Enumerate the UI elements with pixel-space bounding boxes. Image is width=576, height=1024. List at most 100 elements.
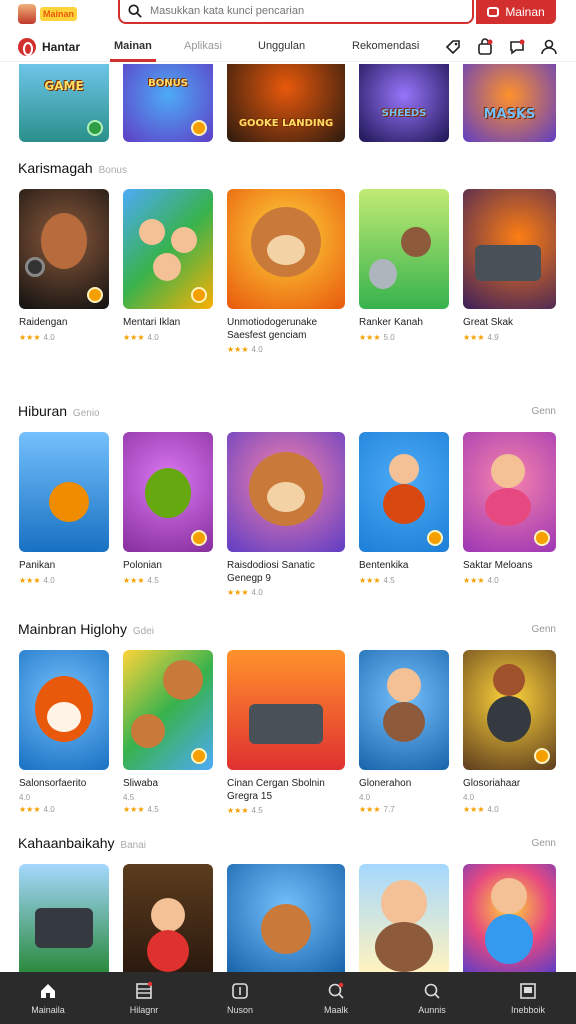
section-subtitle: Banai bbox=[120, 840, 146, 851]
game-card[interactable]: SHEEDS bbox=[359, 64, 449, 142]
game-card[interactable] bbox=[463, 864, 556, 972]
game-card[interactable]: Unmotiodogerunake Saesfest genciam ★★★ 4.… bbox=[227, 189, 345, 354]
game-card[interactable]: MASKS bbox=[463, 64, 556, 142]
rating: ★★★ 4.0 bbox=[19, 575, 55, 585]
game-card[interactable]: Great Skak ★★★ 4.9 bbox=[463, 189, 556, 342]
logo-wordmark: Mainan bbox=[40, 7, 78, 21]
bottom-nav-home[interactable]: Mainaila bbox=[0, 972, 96, 1024]
game-card[interactable]: BONUS bbox=[123, 64, 213, 142]
bottom-nav-label: Inebboik bbox=[510, 1005, 546, 1015]
section-title-text: Hiburan bbox=[18, 403, 68, 419]
art-title: BONUS bbox=[148, 78, 188, 89]
game-name: Polonian bbox=[123, 560, 162, 571]
bottom-nav-profile[interactable]: Inebboik bbox=[480, 972, 576, 1024]
game-card[interactable]: GOOKE LANDING bbox=[227, 64, 345, 142]
game-thumbnail bbox=[359, 864, 449, 972]
game-card[interactable]: Ranker Kanah ★★★ 5.0 bbox=[359, 189, 449, 342]
badge-icon bbox=[534, 748, 550, 764]
news-icon bbox=[232, 983, 248, 999]
game-thumbnail bbox=[359, 650, 449, 770]
bag-icon[interactable] bbox=[476, 38, 494, 56]
search-input[interactable] bbox=[150, 5, 450, 17]
rating: ★★★ 4.5 bbox=[123, 804, 159, 814]
bottom-nav-search[interactable]: Maalk bbox=[288, 972, 384, 1024]
game-thumbnail bbox=[123, 650, 213, 770]
game-card[interactable]: Cinan Cergan Sbolnin Gregra 15 ★★★ 4.5 bbox=[227, 650, 345, 815]
game-card[interactable]: Saktar Meloans ★★★ 4.0 bbox=[463, 432, 556, 585]
search-button-label: Mainan bbox=[505, 5, 545, 19]
rating-value: 4.0 bbox=[147, 332, 159, 342]
section-subtitle: Genio bbox=[72, 408, 100, 419]
game-card[interactable] bbox=[123, 864, 213, 972]
rating-value: 4.5 bbox=[383, 575, 395, 585]
rating-value: 4.0 bbox=[251, 345, 263, 354]
section-subtitle: Gdei bbox=[132, 626, 154, 637]
tag-icon[interactable] bbox=[444, 38, 462, 56]
rating: ★★★ 4.9 bbox=[463, 332, 499, 342]
game-thumbnail bbox=[463, 650, 556, 770]
tab-unggulan[interactable]: Unggulan bbox=[258, 40, 305, 52]
game-thumbnail bbox=[359, 189, 449, 309]
game-card[interactable]: Raidengan ★★★ 4.0 bbox=[19, 189, 109, 342]
game-name: Ranker Kanah bbox=[359, 317, 423, 328]
rating: ★★★ 4.0 bbox=[19, 804, 55, 814]
see-all-link[interactable]: Genn bbox=[532, 624, 556, 635]
badge-icon bbox=[534, 530, 550, 546]
game-card[interactable] bbox=[359, 864, 449, 972]
game-thumbnail bbox=[227, 432, 345, 552]
grid-icon bbox=[136, 981, 153, 999]
section-title: Mainbran Higlohy Gdei bbox=[18, 621, 154, 637]
tab-rekomendasi[interactable]: Rekomendasi bbox=[352, 40, 419, 52]
game-card[interactable]: GAME bbox=[19, 64, 109, 142]
rating-value: 4.0 bbox=[43, 332, 55, 342]
game-card[interactable]: Panikan ★★★ 4.0 bbox=[19, 432, 109, 585]
game-card[interactable]: Bentenkika ★★★ 4.5 bbox=[359, 432, 449, 585]
game-card[interactable]: Polonian ★★★ 4.5 bbox=[123, 432, 213, 585]
game-card[interactable]: Glonerahon 4.0 ★★★ 7.7 bbox=[359, 650, 449, 814]
game-thumbnail: GOOKE LANDING bbox=[227, 64, 345, 142]
game-card[interactable]: Sliwaba 4.5 ★★★ 4.5 bbox=[123, 650, 213, 814]
game-thumbnail bbox=[19, 650, 109, 770]
game-thumbnail bbox=[463, 864, 556, 972]
game-card[interactable]: Mentari Iklan ★★★ 4.0 bbox=[123, 189, 213, 342]
game-card[interactable] bbox=[227, 864, 345, 972]
rating: ★★★ 4.5 bbox=[227, 806, 263, 815]
rating: ★★★ 4.0 bbox=[123, 332, 159, 342]
see-all-link[interactable]: Genn bbox=[532, 838, 556, 849]
game-card[interactable] bbox=[19, 864, 109, 972]
game-card[interactable]: Glosoriahaar 4.0 ★★★ 4.0 bbox=[463, 650, 556, 814]
section-title: Kahaanbaikahy Banai bbox=[18, 835, 146, 851]
logo-character-icon bbox=[18, 4, 36, 24]
game-thumbnail: MASKS bbox=[463, 64, 556, 142]
see-all-link[interactable]: Genn bbox=[532, 406, 556, 417]
game-card[interactable]: Raisdodiosi Sanatic Genegp 9 ★★★ 4.0 bbox=[227, 432, 345, 597]
game-name: Saktar Meloans bbox=[463, 560, 533, 571]
tab-aplikasi[interactable]: Aplikasi bbox=[184, 40, 222, 52]
user-icon[interactable] bbox=[540, 38, 558, 56]
bottom-nav-label: Nuson bbox=[226, 1005, 253, 1015]
bottom-nav-news[interactable]: Nuson bbox=[192, 972, 288, 1024]
rating-value: 4.5 bbox=[251, 806, 263, 815]
bottom-nav-explore[interactable]: Aunnis bbox=[384, 972, 480, 1024]
search-bar[interactable] bbox=[118, 0, 474, 24]
app-logo[interactable]: Mainan bbox=[18, 3, 78, 25]
game-name: Panikan bbox=[19, 560, 56, 571]
game-name: Cinan Cergan Sbolnin Gregra 15 bbox=[227, 778, 325, 802]
tab-mainan[interactable]: Mainan bbox=[110, 40, 156, 62]
badge-icon bbox=[87, 287, 103, 303]
game-name: Great Skak bbox=[463, 317, 514, 328]
game-thumbnail bbox=[19, 432, 109, 552]
rating: ★★★ 4.0 bbox=[463, 575, 499, 585]
home-icon bbox=[41, 984, 55, 998]
section-title: Karismagah Bonus bbox=[18, 160, 127, 176]
game-card[interactable]: Salonsorfaerito 4.0 ★★★ 4.0 bbox=[19, 650, 109, 814]
section-title: Hiburan Genio bbox=[18, 403, 100, 419]
brand-label: Hantar bbox=[42, 39, 81, 54]
search-button[interactable]: Mainan bbox=[476, 0, 556, 24]
game-thumbnail bbox=[359, 432, 449, 552]
nav-brand[interactable]: Hantar bbox=[18, 37, 81, 56]
bottom-nav-label: Maalk bbox=[323, 1005, 348, 1015]
bottom-nav-categories[interactable]: Hilagnr bbox=[96, 972, 192, 1024]
chat-icon[interactable] bbox=[508, 38, 526, 56]
rating: ★★★ 4.5 bbox=[359, 575, 395, 585]
